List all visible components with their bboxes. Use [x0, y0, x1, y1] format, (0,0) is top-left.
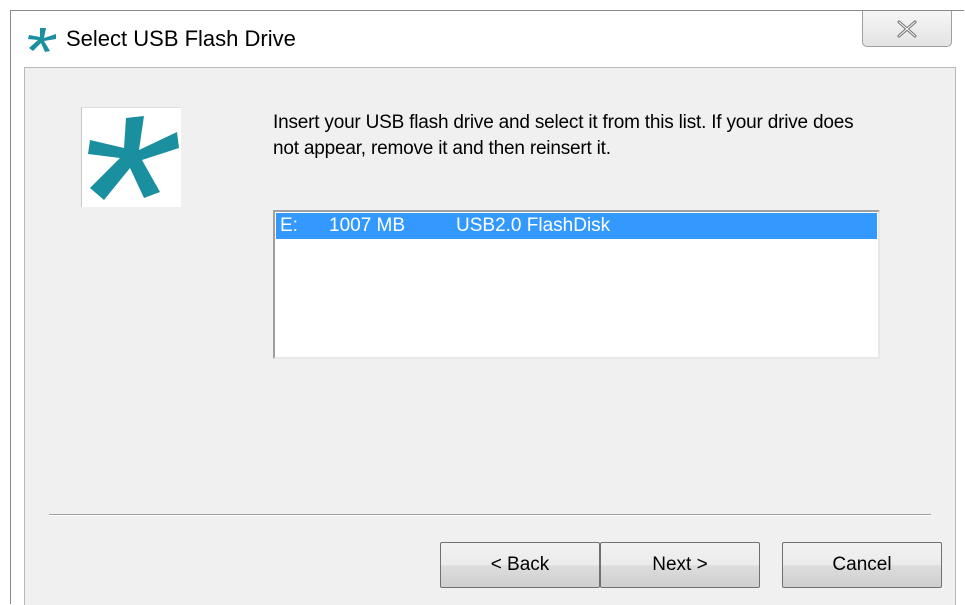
- asterisk-logo-icon: [88, 116, 179, 200]
- asterisk-logo-icon: [28, 28, 56, 52]
- drive-size: 1007 MB: [329, 215, 406, 236]
- close-button[interactable]: [862, 11, 952, 47]
- dialog-content: Insert your USB flash drive and select i…: [24, 67, 956, 605]
- instruction-text: Insert your USB flash drive and select i…: [273, 112, 854, 159]
- logo-panel: [81, 107, 181, 207]
- divider: [49, 514, 931, 516]
- back-button[interactable]: < Back: [440, 542, 600, 588]
- drive-letter: E:: [280, 215, 298, 236]
- dialog-window: Select USB Flash Drive Insert your USB f…: [10, 10, 965, 605]
- next-button[interactable]: Next >: [600, 542, 760, 588]
- drive-list[interactable]: E: 1007 MB USB2.0 FlashDisk: [273, 210, 880, 359]
- title-bar: Select USB Flash Drive: [11, 11, 965, 67]
- close-icon: [897, 20, 917, 37]
- drive-name: USB2.0 FlashDisk: [456, 215, 611, 236]
- cancel-button[interactable]: Cancel: [782, 542, 942, 588]
- window-title: Select USB Flash Drive: [66, 26, 296, 51]
- list-item[interactable]: E: 1007 MB USB2.0 FlashDisk: [276, 213, 877, 239]
